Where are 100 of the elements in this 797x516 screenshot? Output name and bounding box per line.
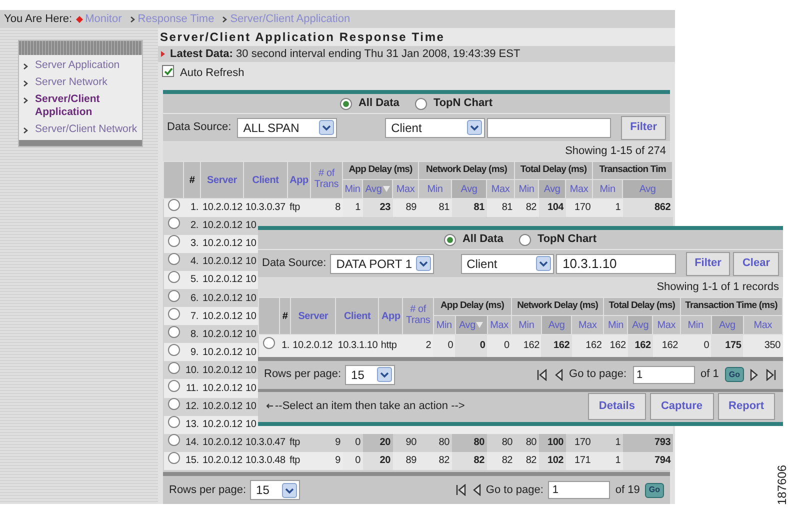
previous-page-icon[interactable] (472, 484, 481, 496)
radio-button[interactable] (168, 344, 180, 356)
action-button[interactable]: Clear (733, 252, 779, 276)
radio-button[interactable] (168, 398, 180, 410)
column-header[interactable]: Client (344, 310, 371, 322)
radio-button[interactable] (168, 326, 180, 338)
table-row[interactable]: 1. 10.2.0.12 10.3.1.10 http 2 0 0 0 162 162 162 162 162 162 0 175 350 (258, 334, 782, 356)
column-header[interactable]: Avg (541, 316, 572, 334)
filter-column-dropdown[interactable]: Client (460, 254, 554, 274)
table-cell: 10.2.0.12 (202, 274, 242, 286)
checkbox[interactable] (162, 65, 174, 77)
radio-button[interactable] (168, 271, 180, 284)
column-header[interactable]: Min (511, 316, 542, 334)
radio-button[interactable] (168, 380, 180, 392)
diamond-icon (76, 16, 84, 22)
column-header[interactable]: Min (433, 316, 456, 334)
table-cell: 81 (486, 198, 515, 217)
column-header[interactable]: Min (342, 180, 362, 198)
go-button[interactable]: Go (644, 482, 664, 498)
radio-button[interactable] (168, 362, 180, 374)
radio-button[interactable] (340, 98, 352, 110)
sidebar-item[interactable]: Server/Client Network (35, 123, 138, 136)
column-header[interactable]: Max (487, 316, 512, 334)
go-button[interactable]: Go (724, 367, 744, 382)
radio-button[interactable] (168, 290, 180, 302)
radio-button[interactable] (415, 98, 428, 110)
action-button[interactable]: Details (588, 393, 646, 420)
action-hint: --Select an item then take an action --> (275, 399, 465, 414)
column-header[interactable]: Avg (622, 180, 673, 198)
data-source-dropdown[interactable]: ALL SPAN (237, 118, 338, 138)
radio-button[interactable] (519, 234, 532, 246)
table-cell: 20 (362, 452, 392, 470)
table-cell: 90 (392, 434, 419, 452)
radio-button[interactable] (168, 199, 180, 212)
rows-per-page-dropdown[interactable]: 15 (345, 364, 396, 384)
table-cell: 10.2.0.12 (292, 340, 332, 352)
column-header[interactable]: Avg (538, 180, 566, 198)
column-header[interactable]: Max (486, 180, 515, 198)
breadcrumb-link[interactable]: Server/Client Application (230, 10, 350, 28)
data-source-dropdown[interactable]: DATA PORT 1 (330, 254, 434, 274)
radio-button[interactable] (168, 416, 180, 428)
column-header[interactable]: Avg (452, 180, 487, 198)
rows-per-page-dropdown[interactable]: 15 (250, 480, 300, 500)
row-number: 7. (190, 310, 198, 322)
breadcrumb-link[interactable]: Response Time (138, 10, 214, 28)
sidebar-item[interactable]: Server/Client Application (35, 93, 138, 119)
action-button[interactable]: Capture (650, 393, 714, 420)
column-header[interactable]: Max (572, 316, 604, 334)
column-header[interactable]: Max (392, 180, 419, 198)
radio-button[interactable] (168, 235, 180, 248)
column-header[interactable]: Max (743, 316, 782, 334)
first-page-icon[interactable] (536, 368, 548, 380)
column-header[interactable]: Max (652, 316, 680, 334)
radio-button[interactable] (168, 217, 180, 230)
column-header[interactable]: Min (680, 316, 712, 334)
next-page-icon[interactable] (750, 368, 759, 380)
action-button[interactable]: Filter (621, 116, 666, 140)
column-header[interactable]: Server (298, 310, 328, 322)
column-header[interactable]: Min (592, 180, 623, 198)
previous-page-icon[interactable] (554, 368, 564, 380)
column-header[interactable]: Avg (362, 180, 392, 198)
table-cell: 10.2.0.12 (202, 238, 242, 250)
table-row[interactable]: 14. 10.2.0.12 10.3.0.47 ftp 9 0 20 90 80 80 80 80 100 170 1 793 (164, 434, 673, 452)
page-number-field[interactable]: 1 (548, 481, 610, 499)
radio-button[interactable] (263, 337, 276, 350)
radio-button[interactable] (444, 234, 456, 246)
table-cell: 81 (452, 198, 487, 217)
column-header[interactable]: Min (418, 180, 452, 198)
column-header[interactable]: Max (566, 180, 593, 198)
action-button[interactable]: Report (718, 393, 775, 420)
filter-column-dropdown[interactable]: Client (385, 118, 486, 138)
column-header[interactable]: Min (514, 180, 539, 198)
radio-button[interactable] (168, 452, 180, 464)
column-header[interactable]: Min (604, 316, 628, 334)
sidebar-item[interactable]: Server Network (35, 76, 108, 89)
page-count: of 1 (700, 367, 719, 382)
column-header[interactable]: Avg (628, 316, 653, 334)
table-cell: 10.3.0.37 (246, 202, 286, 214)
sidebar-item[interactable]: Server Application (35, 59, 120, 72)
table-row[interactable]: 1. 10.2.0.12 10.3.0.37 ftp 8 1 23 89 81 81 81 82 104 170 1 862 (164, 198, 673, 217)
first-page-icon[interactable] (454, 484, 467, 496)
action-button[interactable]: Filter (686, 252, 730, 276)
page-number-field[interactable]: 1 (632, 366, 695, 384)
filter-field[interactable] (487, 118, 612, 138)
view-option-label[interactable]: All Data (358, 95, 400, 112)
last-page-icon[interactable] (765, 368, 777, 380)
view-option-label[interactable]: TopN Chart (433, 95, 493, 112)
table-row[interactable]: 15. 10.2.0.12 10.3.0.48 ftp 9 0 20 89 82 82 82 82 102 171 1 794 (164, 452, 673, 470)
column-header[interactable]: Avg (711, 316, 744, 334)
table-cell: 10 (246, 364, 256, 376)
column-header[interactable]: Avg (455, 316, 488, 334)
radio-button[interactable] (168, 434, 180, 446)
breadcrumb-link[interactable]: Monitor (85, 10, 122, 28)
data-source-label: Data Source: (167, 120, 232, 136)
filter-field[interactable]: 10.3.1.10 (556, 254, 676, 274)
table-cell: ftp (290, 455, 300, 466)
table-cell: 162 (604, 334, 628, 356)
radio-button[interactable] (168, 253, 180, 266)
radio-button[interactable] (168, 308, 180, 320)
column-header[interactable]: Client (252, 174, 279, 186)
